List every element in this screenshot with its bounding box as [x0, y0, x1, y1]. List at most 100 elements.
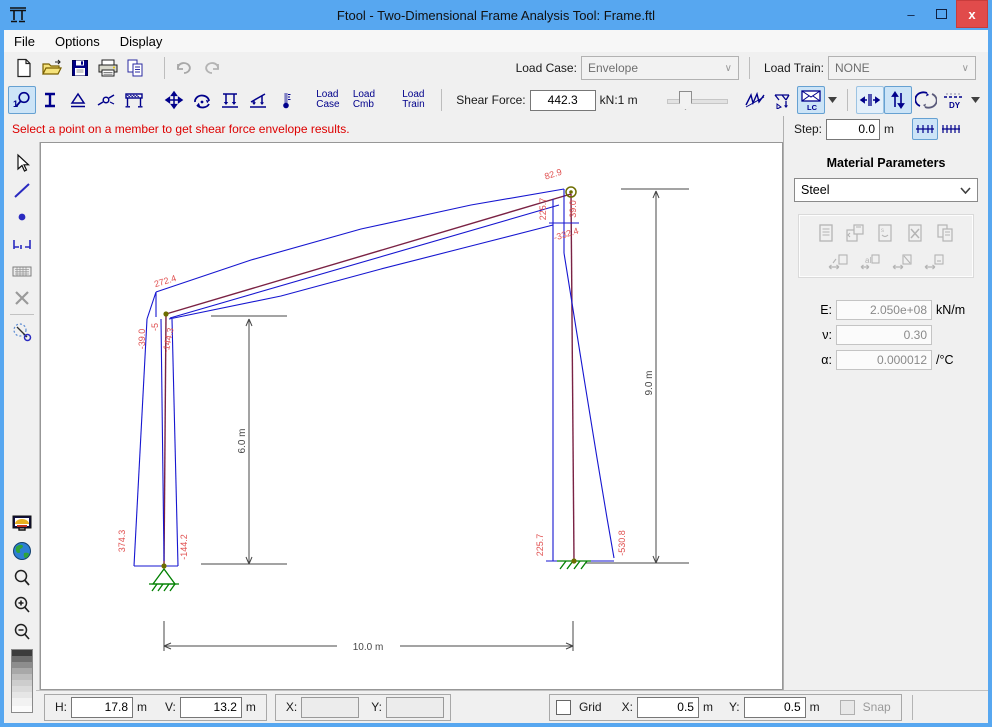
section-properties-button[interactable]	[36, 86, 64, 114]
load-combination-button[interactable]: LoadCmb	[346, 86, 382, 114]
load-train-edit-button[interactable]: LoadTrain	[395, 86, 431, 114]
dimension-tool-button[interactable]	[8, 231, 36, 256]
shear-force-value-input[interactable]	[530, 90, 596, 111]
scale-slider[interactable]	[667, 90, 728, 110]
envelope-dropdown-button[interactable]	[825, 86, 839, 114]
step-mode-uniform-button[interactable]	[912, 118, 938, 140]
supports	[149, 561, 591, 591]
undo-button[interactable]	[170, 54, 198, 82]
slider-thumb[interactable]	[679, 91, 692, 110]
menu-file[interactable]: File	[4, 32, 45, 51]
step-value-input[interactable]	[826, 119, 880, 140]
model-canvas[interactable]: 6.0 m 9.0 m 10.0 m	[40, 142, 783, 690]
envelope-mode-button[interactable]: LC	[797, 86, 825, 114]
beam-member[interactable]	[166, 194, 571, 314]
grid-y-label: Y:	[725, 700, 744, 714]
rename-material-icon[interactable]: s	[875, 223, 895, 243]
cursor-y-value	[386, 697, 444, 718]
material-select[interactable]: Steel	[794, 178, 978, 202]
zoom-in-button[interactable]	[8, 592, 36, 617]
poisson-ratio-input[interactable]	[836, 325, 932, 345]
redo-button[interactable]	[198, 54, 226, 82]
print-button[interactable]	[94, 54, 122, 82]
apply-selected-icon[interactable]	[891, 253, 913, 271]
shear-force-button[interactable]	[884, 86, 912, 114]
node-marker[interactable]	[161, 563, 166, 568]
results-probe-button[interactable]: 1	[8, 86, 36, 114]
new-file-button[interactable]	[10, 54, 38, 82]
linear-load-button[interactable]	[244, 86, 272, 114]
nodes	[161, 187, 576, 569]
zoom-window-button[interactable]	[8, 565, 36, 590]
node-marker[interactable]	[163, 311, 168, 316]
delete-material-icon[interactable]	[905, 223, 925, 243]
h-label: H:	[51, 700, 71, 714]
status-bar: H: m V: m X: Y: Grid X: m Y: m	[36, 690, 988, 723]
transform-tool-button[interactable]	[8, 319, 36, 344]
select-tool-button[interactable]	[8, 150, 36, 175]
step-controls: Step: m	[783, 116, 988, 142]
load-train-select[interactable]: NONE ∨	[828, 56, 976, 80]
uniform-load-button[interactable]	[216, 86, 244, 114]
duplicate-material-icon[interactable]	[935, 223, 955, 243]
snap-checkbox[interactable]	[840, 700, 855, 715]
menu-display[interactable]: Display	[110, 32, 173, 51]
elastic-modulus-unit: kN/m	[932, 303, 980, 317]
right-column-member[interactable]	[571, 194, 574, 561]
maximize-button[interactable]	[926, 1, 956, 27]
keyboard-input-button[interactable]	[8, 258, 36, 283]
cursor-x-value	[301, 697, 359, 718]
material-panel: Material Parameters Steel s	[783, 142, 988, 690]
linear-load-icon	[247, 90, 269, 110]
grid-checkbox[interactable]	[556, 700, 571, 715]
load-case-select[interactable]: Envelope ∨	[581, 56, 739, 80]
thermometer-icon	[278, 90, 294, 110]
grid-label: Grid	[575, 700, 606, 714]
step-mode-dense-button[interactable]	[938, 118, 964, 140]
copy-button[interactable]	[122, 54, 150, 82]
open-file-button[interactable]	[38, 54, 66, 82]
material-actions-group: s	[798, 214, 974, 278]
menu-options[interactable]: Options	[45, 32, 110, 51]
i-section-icon	[40, 90, 60, 110]
load-case-edit-button[interactable]: LoadCase	[310, 86, 346, 114]
new-material-icon[interactable]	[817, 223, 835, 243]
axial-force-button[interactable]	[856, 86, 884, 114]
displacement-dy-icon: DY	[942, 90, 966, 110]
grid-x-input[interactable]	[637, 697, 699, 718]
save-file-button[interactable]	[66, 54, 94, 82]
nodal-load-icon	[163, 90, 185, 110]
ftool-window: Ftool - Two-Dimensional Frame Analysis T…	[0, 0, 992, 727]
apply-all-icon[interactable]: all	[859, 253, 881, 271]
minimize-button[interactable]: –	[896, 1, 926, 27]
bending-moment-button[interactable]	[912, 86, 940, 114]
frame-template-button[interactable]	[120, 86, 148, 114]
fit-view-button[interactable]	[8, 511, 36, 536]
apply-current-icon[interactable]	[827, 253, 849, 271]
node-marker[interactable]	[571, 558, 576, 563]
diagram-values-button[interactable]	[769, 86, 797, 114]
world-view-button[interactable]	[8, 538, 36, 563]
thermal-coefficient-input[interactable]	[836, 350, 932, 370]
insert-node-tool-button[interactable]	[8, 204, 36, 229]
diagram-outline-button[interactable]	[741, 86, 769, 114]
save-material-icon[interactable]	[845, 223, 865, 243]
delete-tool-button[interactable]	[8, 285, 36, 310]
support-conditions-button[interactable]	[64, 86, 92, 114]
temperature-load-button[interactable]	[272, 86, 300, 114]
moment-load-button[interactable]	[188, 86, 216, 114]
close-button[interactable]: x	[956, 0, 988, 28]
elastic-modulus-input[interactable]	[836, 300, 932, 320]
h-value-input[interactable]	[71, 697, 133, 718]
apply-members-icon[interactable]	[923, 253, 945, 271]
load-case-label: Load Case:	[512, 61, 581, 75]
grid-y-input[interactable]	[744, 697, 806, 718]
displacement-button[interactable]: DY	[940, 86, 968, 114]
insert-member-tool-button[interactable]	[8, 177, 36, 202]
v-value-input[interactable]	[180, 697, 242, 718]
hinge-button[interactable]	[92, 86, 120, 114]
zoom-out-button[interactable]	[8, 619, 36, 644]
nodal-load-button[interactable]	[160, 86, 188, 114]
displacement-dropdown-button[interactable]	[968, 86, 982, 114]
toolbar-separator	[10, 314, 34, 315]
